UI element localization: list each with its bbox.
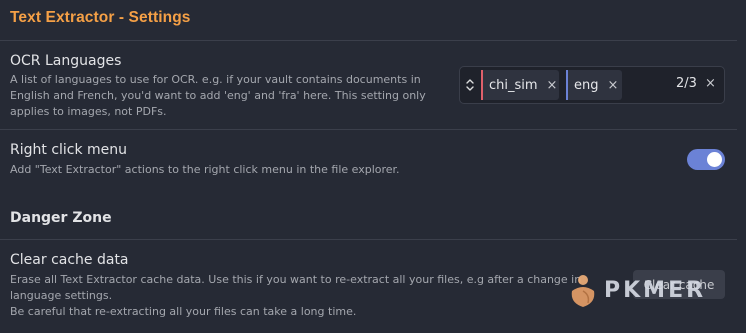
divider (0, 239, 737, 240)
toggle-knob (707, 152, 722, 167)
chip-label: chi_sim (489, 77, 538, 93)
language-chip-chi-sim: chi_sim × (481, 70, 559, 100)
description-line: applies to images, not PDFs. (10, 105, 167, 118)
description-line: A list of languages to use for OCR. e.g.… (10, 73, 421, 86)
chip-accent-bar (566, 70, 568, 100)
ocr-languages-multiselect[interactable]: chi_sim × eng × 2/3 × (459, 66, 725, 104)
divider (0, 129, 737, 130)
description-line: language settings. (10, 289, 113, 302)
pkmer-logo-icon (571, 275, 595, 307)
right-click-menu-description: Add "Text Extractor" actions to the righ… (10, 163, 400, 176)
clear-cache-name: Clear cache data (10, 252, 129, 268)
language-chip-eng: eng × (566, 70, 622, 100)
divider (0, 40, 737, 41)
selection-count: 2/3 (676, 76, 697, 91)
remove-chip-icon[interactable]: × (547, 78, 558, 93)
chip-accent-bar (481, 70, 483, 100)
clear-all-icon[interactable]: × (705, 76, 716, 91)
chip-label: eng (574, 77, 599, 93)
description-line: Be careful that re-extracting all your f… (10, 305, 357, 318)
sort-chevrons-icon[interactable] (465, 77, 475, 93)
danger-zone-heading: Danger Zone (10, 210, 112, 226)
watermark-text: PKMER (604, 277, 707, 303)
ocr-languages-name: OCR Languages (10, 53, 122, 69)
description-line: Erase all Text Extractor cache data. Use… (10, 273, 582, 286)
description-line: English and French, you'd want to add 'e… (10, 89, 426, 102)
pkmer-watermark: PKMER (566, 270, 706, 310)
right-click-menu-name: Right click menu (10, 142, 128, 158)
page-title: Text Extractor - Settings (10, 9, 191, 26)
settings-page: Text Extractor - Settings OCR Languages … (0, 0, 746, 333)
right-click-menu-toggle[interactable] (687, 149, 725, 170)
remove-chip-icon[interactable]: × (608, 78, 619, 93)
